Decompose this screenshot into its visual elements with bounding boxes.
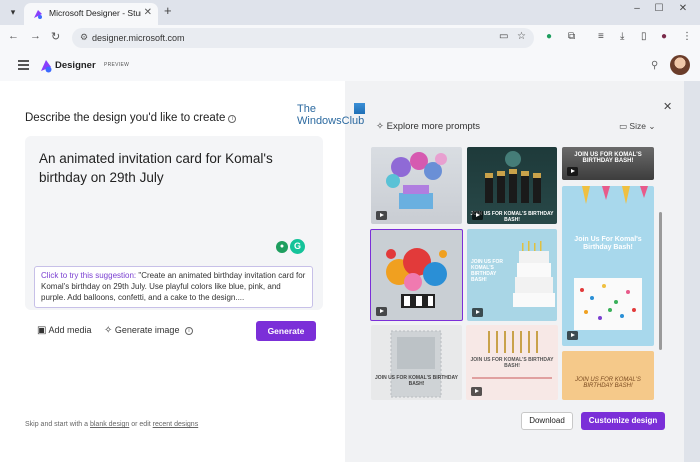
- url-text[interactable]: designer.microsoft.com: [92, 33, 185, 43]
- confetti-cake-image: [574, 186, 648, 330]
- browser-tab[interactable]: Microsoft Designer - Stunning ✕: [24, 3, 158, 25]
- download-button[interactable]: Download: [521, 412, 573, 430]
- add-media-icon: ▣: [37, 325, 47, 336]
- install-app-icon[interactable]: ▭: [499, 31, 508, 42]
- download-icon[interactable]: ⤓: [620, 31, 624, 42]
- designer-logo-icon: [41, 60, 52, 73]
- chevron-down-icon: ⌄: [648, 121, 656, 131]
- skip-text: Skip and start with a blank design or ed…: [25, 421, 199, 428]
- generate-image-button[interactable]: ✧ Generate image i: [104, 325, 193, 336]
- minimize-icon[interactable]: –: [626, 3, 648, 14]
- share-icon[interactable]: ⚲: [651, 60, 658, 71]
- sparkle-icon: ✧: [376, 121, 384, 132]
- prompt-suggestion[interactable]: Click to try this suggestion: "Create an…: [34, 266, 313, 308]
- info-icon[interactable]: i: [184, 327, 193, 335]
- panel-title: Describe the design you'd like to create…: [25, 112, 237, 124]
- forward-icon[interactable]: →: [30, 30, 41, 42]
- size-icon: ▭: [619, 121, 628, 131]
- info-icon[interactable]: i: [228, 115, 237, 123]
- menu-icon[interactable]: [18, 60, 29, 70]
- media-control-icon[interactable]: ≡: [598, 31, 604, 42]
- watermark-logo-icon: [354, 103, 365, 114]
- design-thumbnail-5[interactable]: JOIN US FOR KOMAL'S BIRTHDAY BASH!: [467, 229, 557, 321]
- design-thumbnail-8[interactable]: JOIN US FOR KOMAL'S BIRTHDAY BASH!: [466, 325, 558, 400]
- thumbnail-caption: JOIN US FOR KOMAL'S BIRTHDAY BASH!: [470, 357, 554, 369]
- design-thumbnail-9[interactable]: JOIN US FOR KOMAL'S BIRTHDAY BASH!: [562, 351, 654, 400]
- generate-button[interactable]: Generate: [256, 321, 316, 341]
- design-thumbnail-3[interactable]: JOIN US FOR KOMAL'S BIRTHDAY BASH!: [562, 147, 654, 180]
- side-panel-icon[interactable]: ▯: [641, 31, 647, 42]
- design-thumbnail-4[interactable]: [370, 229, 463, 321]
- results-scrollbar[interactable]: [659, 212, 662, 350]
- new-tab-icon[interactable]: +: [164, 4, 172, 18]
- video-icon: [376, 307, 387, 316]
- grammarly-extension-icon[interactable]: ●: [546, 31, 552, 42]
- thumbnail-caption: JOIN US FOR KOMAL'S BIRTHDAY BASH!: [575, 377, 641, 389]
- explore-prompts[interactable]: ✧ Explore more prompts: [376, 121, 480, 132]
- prompt-text[interactable]: An animated invitation card for Komal's …: [39, 149, 299, 187]
- avatar[interactable]: [670, 55, 690, 75]
- sparkle-icon: ✧: [104, 325, 113, 336]
- design-thumbnail-1[interactable]: [371, 147, 462, 224]
- add-media-button[interactable]: ▣ Add media: [37, 325, 92, 336]
- design-thumbnail-6[interactable]: Join Us For Komal's Birthday Bash!: [562, 186, 654, 346]
- address-bar[interactable]: ⚙ designer.microsoft.com ▭ ☆: [72, 28, 534, 48]
- designer-favicon-icon: [34, 10, 42, 19]
- stamp-card-image: [390, 330, 442, 398]
- site-info-icon[interactable]: ⚙: [80, 32, 88, 43]
- thumbnail-caption: JOIN US FOR KOMAL'S BIRTHDAY BASH!: [574, 152, 642, 164]
- video-icon: [376, 211, 387, 220]
- window-close-icon[interactable]: ✕: [672, 3, 694, 14]
- tab-close-icon[interactable]: ✕: [144, 7, 152, 18]
- app-name: Designer: [55, 60, 96, 71]
- customize-design-button[interactable]: Customize design: [581, 412, 665, 430]
- video-icon: [472, 211, 483, 220]
- back-icon[interactable]: ←: [8, 30, 19, 42]
- thumbnail-caption: JOIN US FOR KOMAL'S BIRTHDAY BASH!: [375, 375, 458, 387]
- thumbnail-caption: Join Us For Komal's Birthday Bash!: [574, 236, 642, 251]
- close-panel-icon[interactable]: ✕: [663, 100, 672, 113]
- maximize-icon[interactable]: ☐: [648, 3, 670, 14]
- size-dropdown[interactable]: ▭ Size ⌄: [619, 121, 655, 132]
- blank-design-link[interactable]: blank design: [90, 421, 129, 428]
- reload-icon[interactable]: ↻: [51, 30, 60, 43]
- extensions-icon[interactable]: ⧉: [568, 31, 575, 42]
- prompt-input[interactable]: An animated invitation card for Komal's …: [25, 136, 323, 310]
- design-thumbnail-7[interactable]: JOIN US FOR KOMAL'S BIRTHDAY BASH!: [371, 325, 462, 400]
- profile-icon[interactable]: ●: [661, 31, 667, 42]
- app-header: Designer PREVIEW ⚲: [0, 51, 700, 81]
- bookmark-star-icon[interactable]: ☆: [517, 31, 526, 42]
- grammarly-icon[interactable]: G: [290, 239, 305, 254]
- video-icon: [567, 167, 578, 176]
- suggestion-hint: Click to try this suggestion:: [41, 271, 137, 280]
- grammarly-pin-icon[interactable]: ●: [276, 241, 288, 253]
- browser-tab-bar: ▾ Microsoft Designer - Stunning ✕ + – ☐ …: [0, 0, 700, 25]
- recent-designs-link[interactable]: recent designs: [153, 421, 199, 428]
- video-icon: [567, 331, 578, 340]
- tab-title: Microsoft Designer - Stunning: [49, 8, 141, 18]
- video-icon: [471, 387, 482, 396]
- video-icon: [472, 308, 483, 317]
- design-thumbnail-2[interactable]: JOIN US FOR KOMAL'S BIRTHDAY BASH!: [467, 147, 557, 224]
- browser-menu-icon[interactable]: ⋮: [682, 31, 692, 42]
- preview-badge: PREVIEW: [104, 62, 130, 68]
- prompt-panel: Describe the design you'd like to create…: [0, 81, 345, 462]
- tab-search-icon[interactable]: ▾: [6, 5, 20, 19]
- browser-toolbar: ← → ↻ ⚙ designer.microsoft.com ▭ ☆ ● ⧉ ≡…: [0, 25, 700, 51]
- thumbnail-caption: JOIN US FOR KOMAL'S BIRTHDAY BASH!: [471, 259, 503, 283]
